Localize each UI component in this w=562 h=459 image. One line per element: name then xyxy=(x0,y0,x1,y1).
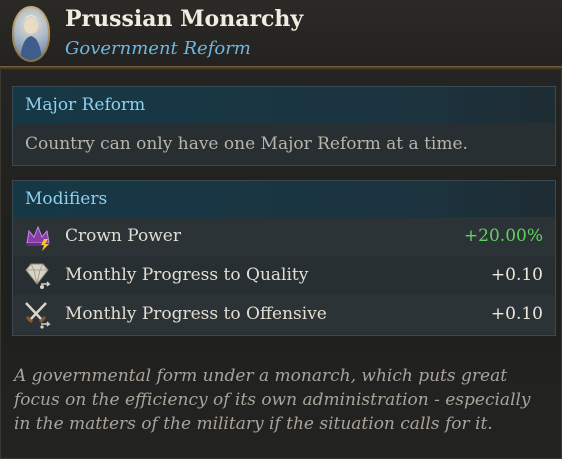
modifier-row-offensive: Monthly Progress to Offensive +0.10 xyxy=(13,295,555,334)
monarch-portrait-icon xyxy=(12,6,50,62)
modifier-value: +20.00% xyxy=(463,226,543,246)
tooltip-header: Prussian Monarchy Government Reform xyxy=(0,0,562,66)
modifier-label: Monthly Progress to Quality xyxy=(65,265,309,285)
modifier-label: Monthly Progress to Offensive xyxy=(65,304,327,324)
modifiers-panel: Modifiers Crown Power +20.00% Monthly Pr… xyxy=(12,180,556,336)
major-reform-text: Country can only have one Major Reform a… xyxy=(25,134,468,154)
modifier-value: +0.10 xyxy=(490,265,543,285)
major-reform-panel: Major Reform Country can only have one M… xyxy=(12,86,556,166)
reform-title: Prussian Monarchy xyxy=(65,6,304,32)
quality-diamond-icon xyxy=(23,262,53,290)
modifiers-heading: Modifiers xyxy=(13,181,555,217)
modifier-list: Crown Power +20.00% Monthly Progress to … xyxy=(13,217,555,334)
reform-description: A governmental form under a monarch, whi… xyxy=(14,366,531,434)
major-reform-heading: Major Reform xyxy=(13,87,555,123)
modifier-row-crown-power: Crown Power +20.00% xyxy=(13,217,555,256)
modifier-row-quality: Monthly Progress to Quality +0.10 xyxy=(13,256,555,295)
reform-tooltip: Prussian Monarchy Government Reform Majo… xyxy=(0,0,562,459)
reform-category: Government Reform xyxy=(65,38,251,59)
modifier-value: +0.10 xyxy=(490,304,543,324)
crown-power-icon xyxy=(23,223,53,251)
header-divider xyxy=(0,66,562,70)
crossed-swords-icon xyxy=(23,301,53,329)
modifier-label: Crown Power xyxy=(65,226,181,246)
